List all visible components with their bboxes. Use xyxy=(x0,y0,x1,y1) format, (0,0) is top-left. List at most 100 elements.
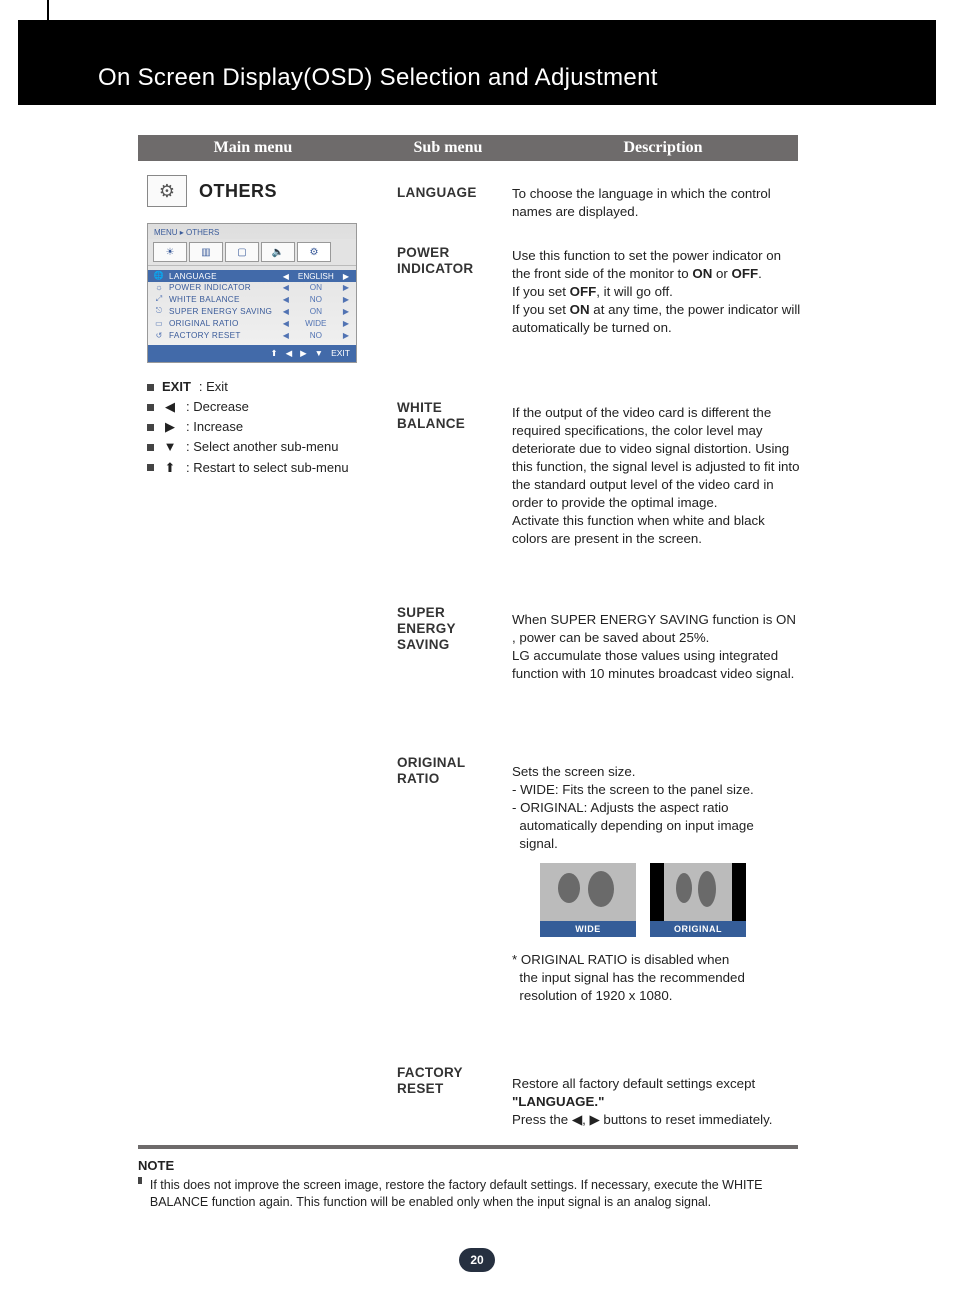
legend-symbol-icon: ⬆ xyxy=(162,458,178,478)
text: Press the xyxy=(512,1112,572,1127)
osd-row-icon: 🌐 xyxy=(153,271,165,281)
column-headers: Main menu Sub menu Description xyxy=(138,135,798,161)
osd-row: ⎋SUPER ENERGY SAVING◀ON▶ xyxy=(148,305,356,317)
sub-super-energy-saving: SUPERENERGYSAVING xyxy=(397,605,507,745)
osd-rows: 🌐 LANGUAGE ◀ ENGLISH ▶ ☼ POWER INDICATOR ◀ ON ▶ ⤢ W… xyxy=(148,266,356,345)
osd-row-label: WHITE BALANCE xyxy=(169,295,277,304)
desc-white-balance: If the output of the video card is diffe… xyxy=(512,404,802,599)
col-main-menu: Main menu xyxy=(138,139,368,157)
gear-icon-box: ⚙ xyxy=(147,175,187,207)
text: Sets the screen size. xyxy=(512,763,802,781)
bullet-icon xyxy=(138,1177,142,1184)
bullet-icon xyxy=(147,424,154,431)
osd-nav-button: EXIT xyxy=(331,348,350,359)
left-arrow-icon: ◀ xyxy=(281,295,291,304)
osd-row-label: ORIGINAL RATIO xyxy=(169,319,277,328)
col-sub-menu: Sub menu xyxy=(368,139,528,157)
text: buttons to reset immediately. xyxy=(600,1112,773,1127)
text-bold: OFF xyxy=(570,284,597,299)
osd-tab-color-icon: ▥ xyxy=(189,242,223,262)
text: If you set xyxy=(512,302,570,317)
text-bold: ON xyxy=(692,266,712,281)
left-arrow-icon: ◀ xyxy=(281,319,291,328)
legend-row: ◀: Decrease xyxy=(147,397,377,417)
others-label: OTHERS xyxy=(199,181,277,202)
note-section: NOTE If this does not improve the screen… xyxy=(138,1158,798,1211)
right-arrow-icon: ▶ xyxy=(341,331,351,340)
osd-row-label: LANGUAGE xyxy=(169,272,277,281)
osd-row-value: NO xyxy=(295,331,337,340)
osd-row-label: SUPER ENERGY SAVING xyxy=(169,307,277,316)
sub-white-balance: WHITEBALANCE xyxy=(397,400,507,595)
ratio-original-caption: ORIGINAL xyxy=(650,921,746,937)
bullet-icon xyxy=(147,464,154,471)
osd-tab-volume-icon: 🔈 xyxy=(261,242,295,262)
osd-row-label: POWER INDICATOR xyxy=(169,283,277,292)
osd-tab-display-icon: ▢ xyxy=(225,242,259,262)
page-title-bar: On Screen Display(OSD) Selection and Adj… xyxy=(18,20,936,105)
osd-row-icon: ☼ xyxy=(153,283,165,292)
bullet-icon xyxy=(147,404,154,411)
right-arrow-icon: ▶ xyxy=(341,283,351,292)
osd-bottom-bar: ⬆◀▶▼EXIT xyxy=(148,345,356,362)
osd-row: 🌐LANGUAGE◀ENGLISH▶ xyxy=(148,270,356,282)
note-header: NOTE xyxy=(138,1158,798,1173)
text: , xyxy=(582,1112,589,1127)
gear-icon: ⚙ xyxy=(159,181,175,202)
legend: EXIT : Exit◀: Decrease▶: Increase▼: Sele… xyxy=(147,377,377,478)
description-column: To choose the language in which the cont… xyxy=(512,185,802,1141)
sub-factory-reset: FACTORYRESET xyxy=(397,1065,507,1097)
legend-symbol-text: EXIT xyxy=(162,377,191,397)
osd-nav-button: ⬆ xyxy=(270,348,277,359)
text: Restore all factory default settings exc… xyxy=(512,1076,755,1091)
osd-breadcrumb: MENU ▸ OTHERS xyxy=(148,224,356,239)
legend-symbol-icon: ◀ xyxy=(162,397,178,417)
desc-power-indicator: Use this function to set the power indic… xyxy=(512,247,802,392)
desc-super-energy: When SUPER ENERGY SAVING function is ON … xyxy=(512,611,802,751)
osd-row-label: FACTORY RESET xyxy=(169,331,277,340)
ratio-original-thumb xyxy=(650,863,746,921)
ratio-wide-box: WIDE xyxy=(540,863,636,937)
text-bold: ON xyxy=(570,302,590,317)
osd-row-icon: ▭ xyxy=(153,318,165,328)
bullet-icon xyxy=(147,384,154,391)
sub-power-indicator: POWERINDICATOR xyxy=(397,245,507,390)
legend-text: : Select another sub-menu xyxy=(186,437,338,457)
osd-row: ↺FACTORY RESET◀NO▶ xyxy=(148,329,356,341)
osd-row-value: NO xyxy=(295,295,337,304)
text-bold: OFF xyxy=(732,266,759,281)
osd-row: ⤢ WHITE BALANCE ◀ NO ▶ xyxy=(148,293,356,305)
desc-language: To choose the language in which the cont… xyxy=(512,185,802,235)
page-number: 20 xyxy=(459,1248,495,1272)
left-arrow-icon: ◀ xyxy=(281,331,291,340)
osd-row: ☼POWER INDICATOR◀ON▶ xyxy=(148,282,356,293)
legend-text: : Exit xyxy=(199,377,228,397)
sub-menu-column: LANGUAGE POWERINDICATOR WHITEBALANCE SUP… xyxy=(397,185,507,1107)
osd-row-icon: ⤢ xyxy=(153,294,165,304)
legend-row: ⬆: Restart to select sub-menu xyxy=(147,458,377,478)
osd-row-value: ON xyxy=(295,307,337,316)
ratio-wide-caption: WIDE xyxy=(540,921,636,937)
right-arrow-icon: ▶ xyxy=(341,307,351,316)
text: , it will go off. xyxy=(596,284,673,299)
legend-text: : Increase xyxy=(186,417,243,437)
ratio-original-box: ORIGINAL xyxy=(650,863,746,937)
desc-original-ratio: Sets the screen size. - WIDE: Fits the s… xyxy=(512,763,802,1063)
osd-tab-brightness-icon: ☀ xyxy=(153,242,187,262)
right-arrow-icon: ▶ xyxy=(341,295,351,304)
left-arrow-icon: ◀ xyxy=(281,307,291,316)
osd-row-value: ENGLISH xyxy=(295,272,337,281)
osd-nav-button: ▶ xyxy=(300,348,307,359)
ratio-images: WIDE ORIGINAL xyxy=(540,863,802,937)
osd-row-value: WIDE xyxy=(295,319,337,328)
note-body: If this does not improve the screen imag… xyxy=(138,1177,798,1211)
sub-language: LANGUAGE xyxy=(397,185,507,235)
ratio-wide-thumb xyxy=(540,863,636,921)
right-arrow-icon: ▶ xyxy=(590,1112,600,1127)
col-description: Description xyxy=(528,139,798,157)
osd-row: ▭ORIGINAL RATIO◀WIDE▶ xyxy=(148,317,356,329)
left-arrow-icon: ◀ xyxy=(281,272,291,281)
osd-nav-button: ▼ xyxy=(315,348,323,359)
osd-tab-others-icon: ⚙ xyxy=(297,242,331,262)
ratio-note: * ORIGINAL RATIO is disabled when the in… xyxy=(512,951,802,1005)
